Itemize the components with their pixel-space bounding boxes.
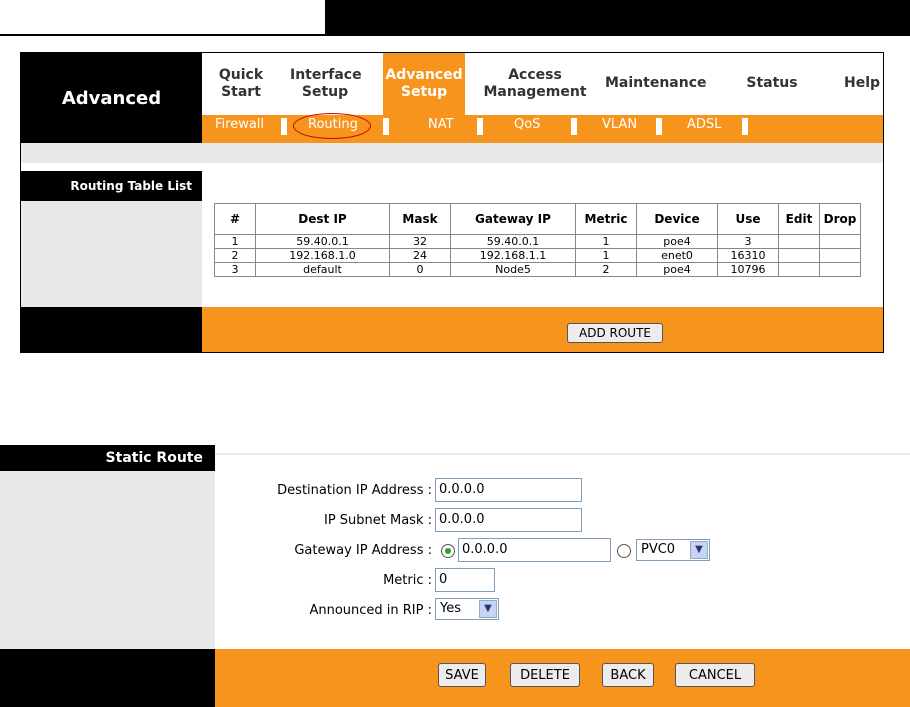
footer-left bbox=[21, 307, 202, 352]
save-button[interactable]: SAVE bbox=[438, 663, 486, 687]
table-header-row: # Dest IP Mask Gateway IP Metric Device … bbox=[214, 203, 861, 235]
routing-table: # Dest IP Mask Gateway IP Metric Device … bbox=[214, 203, 861, 277]
subnav-adsl[interactable]: ADSL bbox=[687, 115, 721, 135]
dest-ip-input[interactable]: 0.0.0.0 bbox=[435, 478, 582, 502]
col-gateway-ip: Gateway IP bbox=[450, 203, 576, 235]
dest-ip-label: Destination IP Address : bbox=[277, 483, 432, 498]
add-route-button[interactable]: ADD ROUTE bbox=[567, 323, 663, 343]
subnav-separator bbox=[477, 118, 483, 135]
drop-cell[interactable] bbox=[819, 234, 861, 249]
gateway-ip-input[interactable]: 0.0.0.0 bbox=[458, 538, 611, 562]
subnet-mask-input[interactable]: 0.0.0.0 bbox=[435, 508, 582, 532]
nav-interface-setup[interactable]: Interface Setup bbox=[290, 67, 362, 101]
subnav-firewall[interactable]: Firewall bbox=[215, 115, 264, 135]
edit-cell[interactable] bbox=[778, 248, 820, 263]
header-strip-left bbox=[0, 0, 325, 36]
table-row: 3 default 0 Node5 2 poe4 10796 bbox=[214, 262, 861, 277]
static-route-footer-left bbox=[0, 649, 215, 707]
left-column bbox=[21, 201, 202, 307]
rip-select-value: Yes bbox=[440, 601, 461, 616]
subnav-vlan[interactable]: VLAN bbox=[602, 115, 637, 135]
table-row: 1 59.40.0.1 32 59.40.0.1 1 poe4 3 bbox=[214, 234, 861, 249]
cancel-button[interactable]: CANCEL bbox=[675, 663, 755, 687]
subnav-separator bbox=[281, 118, 287, 135]
gateway-ip-radio[interactable] bbox=[441, 544, 455, 558]
routing-panel: Advanced Quick Start Interface Setup Advan… bbox=[20, 52, 884, 353]
subnav-separator bbox=[571, 118, 577, 135]
gateway-ip-label: Gateway IP Address : bbox=[294, 543, 432, 558]
nav-status[interactable]: Status bbox=[742, 75, 802, 92]
main-nav: Quick Start Interface Setup Advanced Setup … bbox=[202, 53, 883, 115]
table-row: 2 192.168.1.0 24 192.168.1.1 1 enet0 163… bbox=[214, 248, 861, 263]
col-dest-ip: Dest IP bbox=[255, 203, 390, 235]
chevron-down-icon[interactable]: ▼ bbox=[690, 541, 708, 559]
static-route-footer: SAVE DELETE BACK CANCEL bbox=[215, 649, 910, 707]
col-mask: Mask bbox=[389, 203, 451, 235]
rip-label: Announced in RIP : bbox=[309, 603, 432, 618]
sub-nav: Firewall Routing NAT QoS VLAN ADSL bbox=[202, 113, 883, 143]
nav-advanced-setup[interactable]: Advanced Setup bbox=[383, 53, 465, 115]
static-route-left-column bbox=[0, 471, 215, 649]
subnav-qos[interactable]: QoS bbox=[514, 115, 540, 135]
subnav-separator bbox=[656, 118, 662, 135]
static-route-label: Static Route bbox=[0, 445, 215, 471]
header-strip-right bbox=[325, 0, 910, 36]
subnav-separator bbox=[742, 118, 748, 135]
col-metric: Metric bbox=[575, 203, 637, 235]
metric-input[interactable]: 0 bbox=[435, 568, 495, 592]
col-use: Use bbox=[717, 203, 779, 235]
footer-bar: ADD ROUTE bbox=[202, 307, 883, 352]
col-index: # bbox=[214, 203, 256, 235]
col-edit: Edit bbox=[778, 203, 820, 235]
chevron-down-icon[interactable]: ▼ bbox=[479, 600, 497, 618]
subnav-separator bbox=[383, 118, 389, 135]
gateway-pvc-radio[interactable] bbox=[617, 544, 631, 558]
metric-label: Metric : bbox=[383, 573, 432, 588]
static-route-divider bbox=[215, 453, 910, 455]
spacer-band bbox=[21, 143, 883, 163]
subnav-nat[interactable]: NAT bbox=[428, 115, 454, 135]
nav-help[interactable]: Help bbox=[844, 75, 880, 92]
back-button[interactable]: BACK bbox=[602, 663, 654, 687]
edit-cell[interactable] bbox=[778, 234, 820, 249]
brand-title: Advanced bbox=[21, 53, 202, 143]
col-drop: Drop bbox=[819, 203, 861, 235]
subnet-mask-label: IP Subnet Mask : bbox=[323, 513, 432, 528]
drop-cell[interactable] bbox=[819, 248, 861, 263]
col-device: Device bbox=[636, 203, 718, 235]
drop-cell[interactable] bbox=[819, 262, 861, 277]
static-route-panel: Static Route Destination IP Address : 0.… bbox=[0, 441, 910, 707]
pvc-select-value: PVC0 bbox=[641, 542, 676, 557]
routing-highlight-circle bbox=[293, 113, 371, 139]
pvc-select[interactable]: PVC0 ▼ bbox=[636, 539, 710, 561]
routing-table-list-label: Routing Table List bbox=[21, 171, 202, 201]
edit-cell[interactable] bbox=[778, 262, 820, 277]
nav-access-management[interactable]: Access Management bbox=[481, 67, 589, 101]
nav-quick-start[interactable]: Quick Start bbox=[218, 67, 264, 101]
delete-button[interactable]: DELETE bbox=[510, 663, 580, 687]
nav-maintenance[interactable]: Maintenance bbox=[605, 75, 707, 92]
rip-select[interactable]: Yes ▼ bbox=[435, 598, 499, 620]
